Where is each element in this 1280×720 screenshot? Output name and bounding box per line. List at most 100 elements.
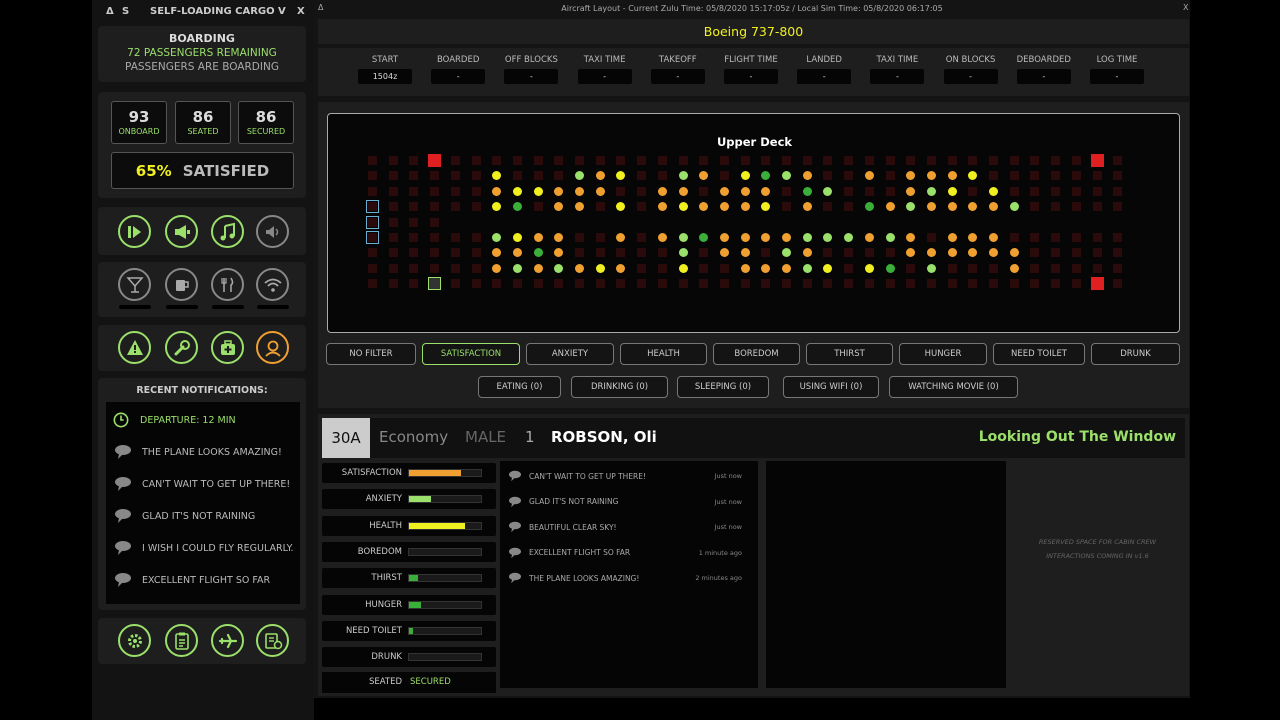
empty-seat[interactable]: [409, 171, 419, 181]
empty-seat[interactable]: [844, 279, 854, 289]
empty-seat[interactable]: [388, 263, 398, 273]
empty-seat[interactable]: [823, 279, 833, 289]
empty-seat[interactable]: [575, 248, 584, 258]
empty-seat[interactable]: [450, 248, 460, 258]
empty-seat[interactable]: [430, 263, 440, 273]
filter-drunk-button[interactable]: DRUNK: [1091, 343, 1180, 365]
passenger-seat-dot[interactable]: [492, 186, 502, 196]
empty-seat[interactable]: [926, 233, 936, 242]
empty-seat[interactable]: [699, 186, 709, 196]
empty-seat[interactable]: [1030, 279, 1040, 289]
empty-seat[interactable]: [637, 279, 647, 289]
empty-seat[interactable]: [823, 156, 833, 165]
empty-seat[interactable]: [968, 156, 978, 165]
empty-seat[interactable]: [1030, 202, 1040, 212]
selected-seat-marker[interactable]: [428, 277, 442, 291]
empty-seat[interactable]: [430, 186, 440, 196]
maintenance-button[interactable]: [165, 331, 198, 364]
empty-seat[interactable]: [1092, 202, 1102, 212]
empty-seat[interactable]: [657, 171, 667, 181]
passenger-seat-dot[interactable]: [533, 248, 543, 258]
volume-button[interactable]: [256, 215, 289, 248]
passenger-seat-dot[interactable]: [740, 263, 750, 273]
empty-seat[interactable]: [761, 248, 771, 258]
empty-seat[interactable]: [512, 156, 522, 165]
empty-seat[interactable]: [492, 156, 502, 165]
empty-seat[interactable]: [906, 279, 916, 289]
empty-seat[interactable]: [450, 186, 460, 196]
empty-seat[interactable]: [844, 171, 854, 181]
coffee-service-button[interactable]: [165, 268, 198, 301]
announcement-button[interactable]: [118, 215, 151, 248]
empty-seat[interactable]: [1113, 202, 1123, 212]
empty-seat[interactable]: [968, 279, 978, 289]
passenger-seat-dot[interactable]: [926, 186, 936, 196]
passenger-seat-dot[interactable]: [678, 202, 688, 212]
empty-seat[interactable]: [1071, 186, 1081, 196]
empty-seat[interactable]: [1071, 171, 1081, 181]
empty-seat[interactable]: [450, 279, 460, 289]
empty-seat[interactable]: [864, 186, 874, 196]
warning-button[interactable]: [118, 331, 151, 364]
empty-seat[interactable]: [699, 156, 709, 165]
empty-seat[interactable]: [1113, 171, 1123, 181]
passenger-seat-dot[interactable]: [719, 233, 729, 242]
empty-seat[interactable]: [906, 156, 916, 165]
empty-seat[interactable]: [450, 171, 460, 181]
empty-seat[interactable]: [637, 263, 647, 273]
filter-using-wifi-button[interactable]: USING WIFI (0): [783, 376, 879, 398]
empty-seat[interactable]: [637, 156, 647, 165]
empty-seat[interactable]: [409, 186, 419, 196]
empty-seat[interactable]: [885, 279, 895, 289]
empty-seat[interactable]: [823, 202, 833, 212]
passenger-seat-dot[interactable]: [657, 202, 667, 212]
empty-seat[interactable]: [906, 263, 916, 273]
empty-seat[interactable]: [1092, 263, 1102, 273]
empty-seat[interactable]: [595, 248, 605, 258]
passenger-seat-dot[interactable]: [782, 233, 791, 242]
passenger-seat-dot[interactable]: [906, 186, 916, 196]
empty-seat[interactable]: [616, 279, 626, 289]
empty-seat[interactable]: [1071, 263, 1081, 273]
empty-seat[interactable]: [388, 248, 398, 258]
empty-seat[interactable]: [657, 156, 667, 165]
empty-seat[interactable]: [554, 156, 564, 165]
empty-seat[interactable]: [989, 279, 998, 289]
empty-seat[interactable]: [844, 202, 854, 212]
empty-seat[interactable]: [409, 263, 419, 273]
empty-seat[interactable]: [1113, 156, 1123, 165]
empty-seat[interactable]: [368, 248, 377, 258]
empty-seat[interactable]: [368, 263, 377, 273]
passenger-seat-dot[interactable]: [533, 263, 543, 273]
empty-seat[interactable]: [989, 263, 998, 273]
empty-seat[interactable]: [388, 156, 398, 165]
empty-seat[interactable]: [1113, 186, 1123, 196]
empty-seat[interactable]: [575, 233, 584, 242]
empty-seat[interactable]: [782, 279, 791, 289]
empty-seat[interactable]: [823, 171, 833, 181]
empty-seat[interactable]: [368, 156, 377, 165]
empty-seat[interactable]: [1009, 156, 1019, 165]
empty-seat[interactable]: [1030, 186, 1040, 196]
empty-seat[interactable]: [450, 263, 460, 273]
passenger-seat-dot[interactable]: [947, 186, 957, 196]
empty-seat[interactable]: [471, 248, 481, 258]
empty-seat[interactable]: [388, 217, 398, 227]
passenger-seat-dot[interactable]: [512, 263, 522, 273]
empty-seat[interactable]: [533, 156, 543, 165]
empty-seat[interactable]: [864, 156, 874, 165]
passenger-seat-dot[interactable]: [678, 263, 688, 273]
empty-seat[interactable]: [471, 202, 481, 212]
passenger-seat-dot[interactable]: [947, 248, 957, 258]
passenger-seat-dot[interactable]: [740, 233, 750, 242]
filter-thirst-button[interactable]: THIRST: [806, 343, 893, 365]
empty-seat[interactable]: [1051, 233, 1061, 242]
empty-seat[interactable]: [761, 156, 771, 165]
empty-seat[interactable]: [1030, 263, 1040, 273]
speaker-button[interactable]: [165, 215, 198, 248]
empty-seat[interactable]: [409, 248, 419, 258]
passenger-seat-dot[interactable]: [512, 186, 522, 196]
empty-seat[interactable]: [657, 263, 667, 273]
empty-seat[interactable]: [637, 202, 647, 212]
passenger-seat-dot[interactable]: [864, 233, 874, 242]
